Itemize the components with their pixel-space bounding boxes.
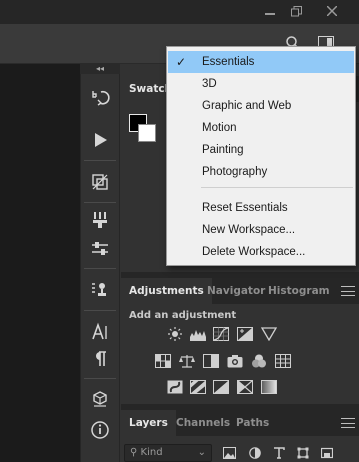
menu-item-label: Reset Essentials — [202, 202, 288, 214]
history-icon[interactable] — [88, 87, 112, 109]
actions-play-icon[interactable] — [88, 129, 112, 151]
hue-saturation-icon[interactable] — [154, 353, 172, 369]
paragraph-icon[interactable] — [88, 348, 112, 370]
search-icon: ⚲ — [130, 447, 141, 458]
menu-item-delete-workspace[interactable]: Delete Workspace... — [168, 241, 354, 263]
kind-filter-label: Kind — [140, 447, 163, 458]
tab-histogram[interactable]: Histogram — [260, 278, 338, 304]
info-icon[interactable] — [88, 419, 112, 441]
tool-divider — [84, 310, 116, 311]
menu-item-motion[interactable]: Motion — [168, 117, 354, 139]
checkmark-icon: ✓ — [176, 55, 187, 69]
tool-divider — [84, 202, 116, 203]
menu-separator — [201, 187, 353, 188]
workspace-menu: ✓ Essentials 3D Graphic and Web Motion P… — [166, 46, 356, 266]
tool-divider — [84, 268, 116, 269]
adjustments-tab-bar: Adjustments Navigator Histogram — [121, 278, 359, 304]
black-white-icon[interactable] — [202, 353, 220, 369]
curves-icon[interactable] — [212, 326, 230, 342]
adjustment-filter-icon[interactable] — [248, 446, 262, 460]
add-adjustment-label: Add an adjustment — [129, 310, 237, 321]
clone-source-icon[interactable] — [88, 279, 112, 301]
transform-icon[interactable] — [88, 171, 112, 193]
menu-item-label: Photography — [202, 166, 268, 178]
invert-icon[interactable] — [166, 379, 184, 395]
posterize-icon[interactable] — [189, 379, 207, 395]
menu-item-label: Graphic and Web — [202, 100, 292, 112]
type-filter-icon[interactable] — [272, 446, 286, 460]
menu-item-graphic-and-web[interactable]: Graphic and Web — [168, 95, 354, 117]
tool-divider — [84, 378, 116, 379]
title-bar — [0, 0, 359, 24]
selective-color-icon[interactable] — [236, 379, 254, 395]
menu-item-label: Motion — [202, 122, 237, 134]
gradient-map-icon[interactable] — [260, 379, 278, 395]
layers-tab-bar: Layers Channels Paths — [121, 410, 359, 436]
color-balance-icon[interactable] — [178, 353, 196, 369]
character-icon[interactable] — [88, 321, 112, 343]
smart-object-filter-icon[interactable] — [320, 446, 334, 460]
3d-icon[interactable] — [88, 388, 112, 410]
collapse-panels-icon[interactable]: ◂◂ — [80, 64, 120, 74]
photo-filter-icon[interactable] — [226, 353, 244, 369]
exposure-icon[interactable] — [236, 326, 254, 342]
levels-icon[interactable] — [189, 326, 207, 342]
document-canvas[interactable] — [0, 64, 80, 462]
menu-item-label: Delete Workspace... — [202, 246, 306, 258]
brushes-icon[interactable] — [88, 209, 112, 231]
menu-item-label: 3D — [202, 78, 217, 90]
adjustments-panel-menu-icon[interactable] — [341, 286, 355, 296]
brush-settings-icon[interactable] — [88, 238, 112, 260]
menu-item-label: Painting — [202, 144, 244, 156]
layers-panel-menu-icon[interactable] — [341, 418, 355, 428]
tab-paths[interactable]: Paths — [228, 410, 277, 436]
menu-item-essentials[interactable]: ✓ Essentials — [168, 51, 354, 73]
menu-item-new-workspace[interactable]: New Workspace... — [168, 219, 354, 241]
close-icon[interactable] — [316, 0, 348, 22]
chevron-down-icon: ⌄ — [197, 447, 206, 458]
restore-icon[interactable] — [280, 0, 312, 22]
menu-item-painting[interactable]: Painting — [168, 139, 354, 161]
image-filter-icon[interactable] — [222, 446, 236, 460]
layer-kind-filter[interactable]: ⚲ Kind ⌄ — [124, 444, 212, 462]
channel-mixer-icon[interactable] — [250, 353, 268, 369]
menu-item-3d[interactable]: 3D — [168, 73, 354, 95]
background-color-swatch[interactable] — [138, 124, 156, 142]
threshold-icon[interactable] — [212, 379, 230, 395]
vibrance-icon[interactable] — [260, 326, 278, 342]
menu-item-label: Essentials — [202, 56, 255, 68]
brightness-contrast-icon[interactable] — [166, 326, 184, 342]
color-lookup-icon[interactable] — [274, 353, 292, 369]
shape-filter-icon[interactable] — [296, 446, 310, 460]
menu-item-photography[interactable]: Photography — [168, 161, 354, 183]
menu-item-reset-essentials[interactable]: Reset Essentials — [168, 197, 354, 219]
tool-divider — [84, 160, 116, 161]
menu-item-label: New Workspace... — [202, 224, 296, 236]
